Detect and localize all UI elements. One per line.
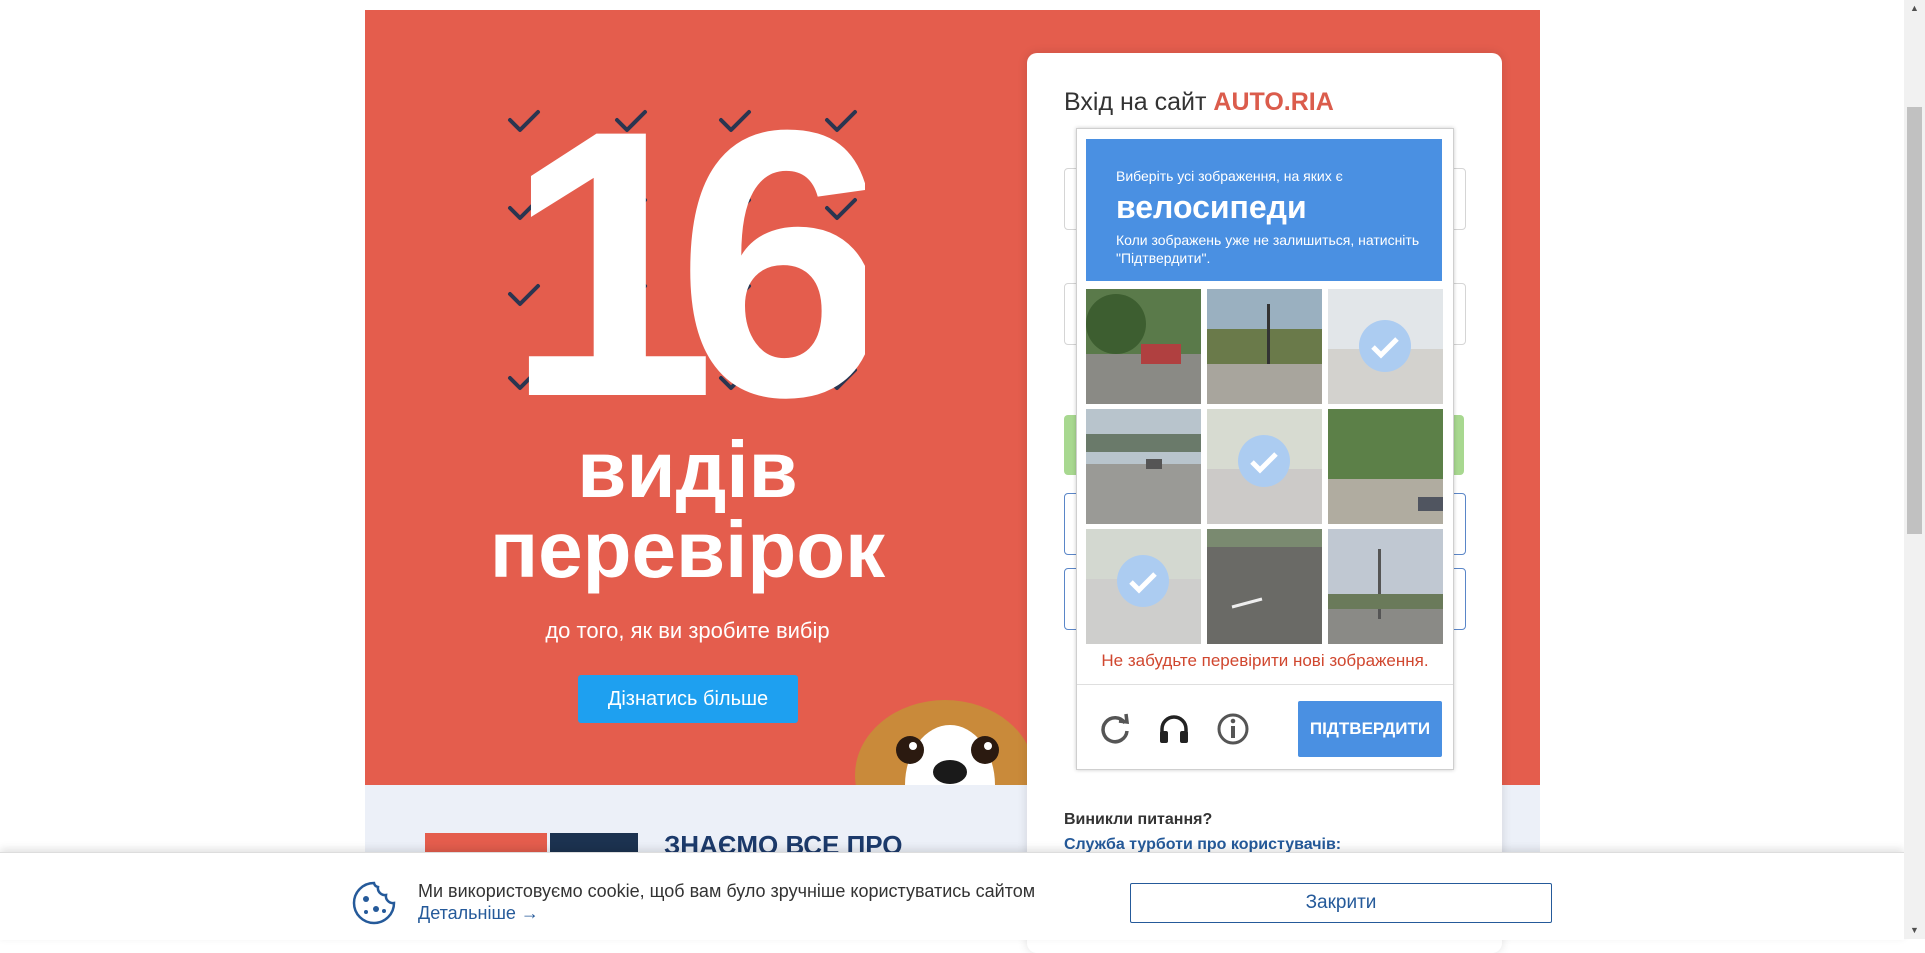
captcha-tile[interactable] xyxy=(1207,289,1322,404)
captcha-instruction: Виберіть усі зображення, на яких є xyxy=(1116,168,1343,184)
questions-label: Виникли питання? xyxy=(1064,811,1213,828)
captcha-tile-selected[interactable] xyxy=(1207,409,1322,524)
cookie-icon xyxy=(352,881,396,925)
scrollbar-thumb[interactable] xyxy=(1907,107,1922,534)
promo-line2: перевірок xyxy=(489,505,886,594)
headphones-icon[interactable] xyxy=(1156,711,1192,747)
captcha-tile[interactable] xyxy=(1086,289,1201,404)
cookie-banner: Ми використовуємо cookie, щоб вам було з… xyxy=(0,852,1904,940)
captcha-warning: Не забудьте перевірити нові зображення. xyxy=(1101,651,1429,670)
login-title: Вхід на сайт AUTO.RIA xyxy=(1064,88,1334,117)
cookie-text: Ми використовуємо cookie, щоб вам було з… xyxy=(418,881,1036,901)
number-16-graphic: 16 xyxy=(505,90,865,410)
cookie-details-link[interactable]: Детальніше → xyxy=(418,903,539,924)
captcha-tile-selected[interactable] xyxy=(1328,289,1443,404)
captcha-tile[interactable] xyxy=(1328,409,1443,524)
scroll-down-icon[interactable]: ▼ xyxy=(1904,922,1925,939)
login-title-prefix: Вхід на сайт xyxy=(1064,88,1207,116)
captcha-target: велосипеди xyxy=(1116,189,1307,225)
scroll-up-icon[interactable]: ▲ xyxy=(1904,0,1925,17)
captcha-header: Виберіть усі зображення, на яких є велос… xyxy=(1086,139,1442,281)
info-icon[interactable] xyxy=(1215,711,1251,747)
captcha-divider xyxy=(1077,684,1453,685)
promo-line1: видів xyxy=(577,425,798,514)
captcha-tile[interactable] xyxy=(1328,529,1443,644)
reload-icon[interactable] xyxy=(1097,711,1133,747)
captcha-tile-selected[interactable] xyxy=(1086,529,1201,644)
captcha-grid xyxy=(1086,289,1443,646)
promo-subtitle: до того, як ви зробите вибір xyxy=(545,618,830,643)
verify-button[interactable]: ПІДТВЕРДИТИ xyxy=(1298,701,1442,757)
captcha-dialog: Виберіть усі зображення, на яких є велос… xyxy=(1076,128,1454,770)
brand-name: AUTO.RIA xyxy=(1213,88,1334,116)
page-scrollbar[interactable]: ▲ ▼ xyxy=(1904,0,1925,939)
learn-more-button[interactable]: Дізнатись більше xyxy=(578,675,798,723)
captcha-tile[interactable] xyxy=(1086,409,1201,524)
captcha-hint: Коли зображень уже не залишиться, натисн… xyxy=(1116,232,1420,266)
captcha-tile[interactable] xyxy=(1207,529,1322,644)
cookie-close-button[interactable]: Закрити xyxy=(1130,883,1552,923)
dog-illustration xyxy=(855,700,1035,785)
promo-number: 16 xyxy=(505,90,865,410)
